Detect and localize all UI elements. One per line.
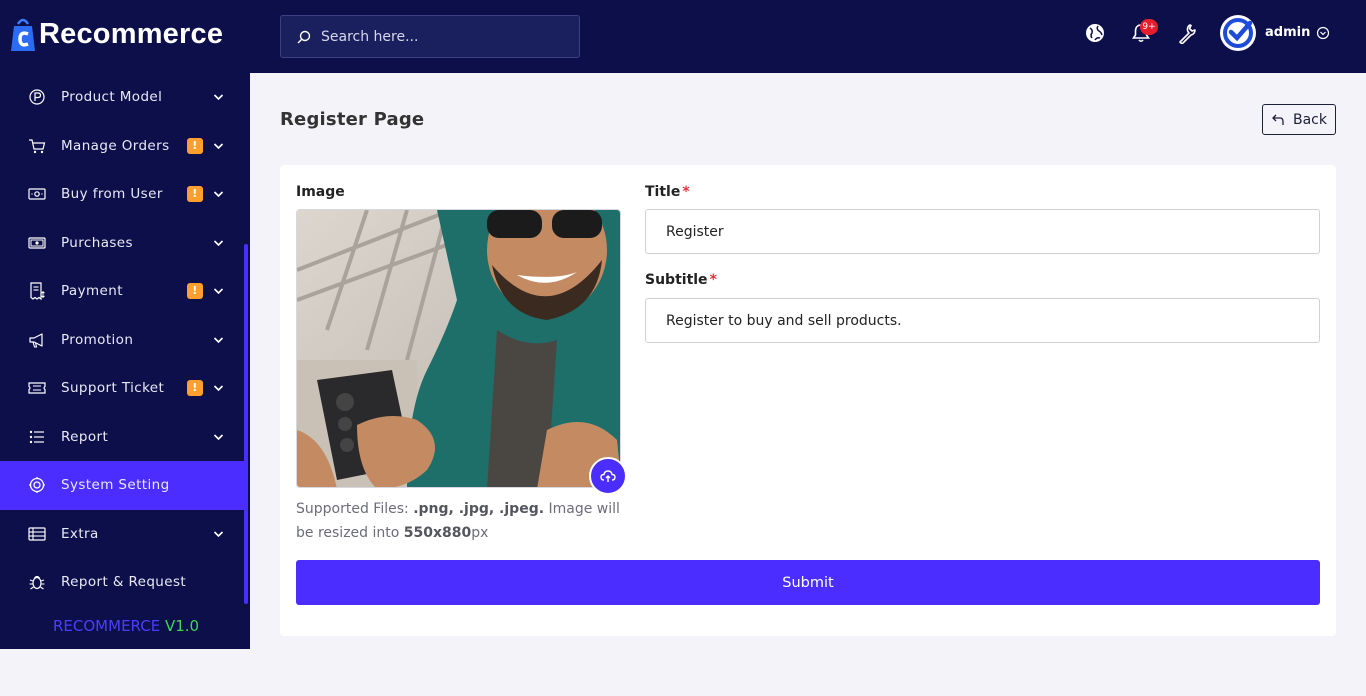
image-preview xyxy=(296,209,621,488)
sidebar-item-label: Report & Request xyxy=(61,574,187,591)
sidebar-item-manage-orders[interactable]: Manage Orders! xyxy=(0,122,250,171)
sidebar-item-promotion[interactable]: Promotion xyxy=(0,316,250,365)
sidebar-item-label: Payment xyxy=(61,283,123,300)
version-label: RECOMMERCE V1.0 xyxy=(53,617,199,635)
alert-badge: ! xyxy=(187,186,203,203)
sidebar-item-label: Purchases xyxy=(61,234,133,251)
sidebar-item-label: Report xyxy=(61,428,109,445)
chevron-down-icon[interactable] xyxy=(212,527,225,540)
notification-badge: 9+ xyxy=(1140,19,1158,35)
top-header: 9+ admin xyxy=(250,0,1366,73)
cart-icon xyxy=(29,139,46,153)
back-button[interactable]: Back xyxy=(1262,104,1336,135)
hint-formats: .png, .jpg, .jpeg. xyxy=(413,501,545,517)
preview-photo xyxy=(297,210,620,487)
chevron-down-icon[interactable] xyxy=(212,236,225,249)
sidebar-item-report[interactable]: Report xyxy=(0,413,250,462)
back-button-label: Back xyxy=(1293,111,1327,128)
title-label: Title * xyxy=(645,184,690,200)
back-arrow-icon xyxy=(1272,114,1284,125)
upload-image-button[interactable] xyxy=(589,457,627,495)
alert-badge: ! xyxy=(187,137,203,154)
search-box[interactable] xyxy=(280,15,580,58)
chevron-down-icon[interactable] xyxy=(212,430,225,443)
product-model-icon xyxy=(29,89,45,105)
user-name[interactable]: admin xyxy=(1265,25,1310,40)
image-hint: Supported Files: .png, .jpg, .jpeg. Imag… xyxy=(296,497,631,545)
hint-prefix: Supported Files: xyxy=(296,501,414,517)
page-title: Register Page xyxy=(280,109,425,130)
avatar-check-icon xyxy=(1223,18,1253,48)
required-mark: * xyxy=(682,184,690,200)
globe-icon[interactable] xyxy=(1084,22,1106,44)
title-label-text: Title xyxy=(645,184,681,200)
subtitle-label: Subtitle * xyxy=(645,272,717,288)
version-name: RECOMMERCE xyxy=(53,617,161,635)
sidebar-item-label: System Setting xyxy=(61,477,170,494)
sidebar-item-label: Promotion xyxy=(61,331,134,348)
sidebar-item-buy-from-user[interactable]: Buy from User! xyxy=(0,170,250,219)
chevron-down-icon[interactable] xyxy=(212,188,225,201)
sidebar: Recommerce Product Model Manage Orders! Bu… xyxy=(0,0,250,649)
subtitle-label-text: Subtitle xyxy=(645,272,708,288)
brand[interactable]: Recommerce xyxy=(9,14,223,54)
chevron-down-icon[interactable] xyxy=(212,333,225,346)
cash-icon xyxy=(28,188,46,200)
sidebar-item-payment[interactable]: Payment! xyxy=(0,267,250,316)
hint-size: 550x880 xyxy=(403,525,472,541)
sidebar-menu: Product Model Manage Orders! Buy from User… xyxy=(0,73,250,607)
megaphone-icon xyxy=(29,333,43,348)
user-menu-chevron-icon[interactable] xyxy=(1316,26,1330,40)
sidebar-item-label: Product Model xyxy=(61,89,163,106)
sidebar-item-label: Support Ticket xyxy=(61,380,165,397)
subtitle-input[interactable] xyxy=(645,298,1320,343)
ticket-icon xyxy=(28,382,46,394)
sidebar-item-purchases[interactable]: Purchases xyxy=(0,219,250,268)
chevron-down-icon[interactable] xyxy=(212,382,225,395)
list-icon xyxy=(29,430,44,443)
avatar[interactable] xyxy=(1220,15,1256,51)
title-input[interactable] xyxy=(645,209,1320,254)
table-icon xyxy=(28,527,46,541)
sidebar-item-label: Extra xyxy=(61,525,99,542)
wrench-icon[interactable] xyxy=(1176,22,1198,44)
chevron-down-icon[interactable] xyxy=(212,285,225,298)
alert-badge: ! xyxy=(187,283,203,300)
image-label: Image xyxy=(296,184,345,200)
money-icon xyxy=(28,237,46,249)
sidebar-item-extra[interactable]: Extra xyxy=(0,510,250,559)
required-mark: * xyxy=(709,272,717,288)
sidebar-item-support-ticket[interactable]: Support Ticket! xyxy=(0,364,250,413)
search-input[interactable] xyxy=(321,16,571,57)
alert-badge: ! xyxy=(187,380,203,397)
cloud-upload-icon xyxy=(600,470,616,482)
register-form-card: Image Supported Files: .png, .jpg, .jpeg… xyxy=(280,165,1336,636)
version-number: V1.0 xyxy=(164,617,200,635)
search-icon xyxy=(297,30,311,44)
sidebar-item-system-setting[interactable]: System Setting xyxy=(0,461,244,510)
sidebar-item-label: Buy from User xyxy=(61,186,163,203)
sidebar-item-product-model[interactable]: Product Model xyxy=(0,73,250,122)
hint-suffix: px xyxy=(471,525,489,541)
sidebar-item-report-request[interactable]: Report & Request xyxy=(0,558,250,607)
receipt-icon xyxy=(30,282,45,301)
settings-icon xyxy=(29,477,45,494)
sidebar-item-label: Manage Orders xyxy=(61,137,170,154)
brand-name: Recommerce xyxy=(39,17,224,50)
sidebar-scrollbar[interactable] xyxy=(244,244,248,604)
bug-icon xyxy=(29,576,45,590)
chevron-down-icon[interactable] xyxy=(212,91,225,104)
brand-logo-icon xyxy=(11,18,35,51)
chevron-down-icon[interactable] xyxy=(212,139,225,152)
submit-button[interactable]: Submit xyxy=(296,560,1320,605)
